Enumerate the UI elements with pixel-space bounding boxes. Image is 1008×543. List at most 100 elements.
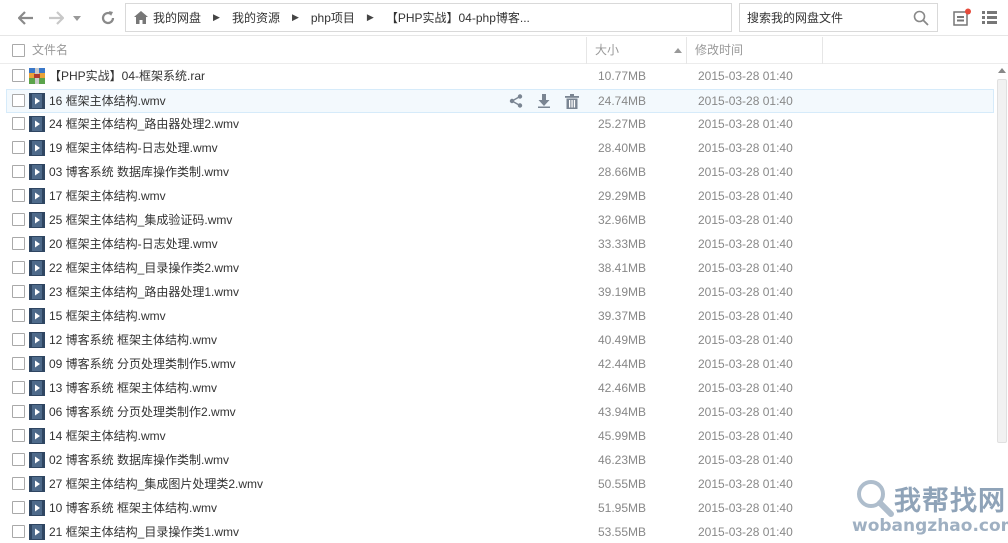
file-checkbox[interactable] [12,357,25,370]
back-button[interactable] [16,8,36,28]
file-name[interactable]: 19 框架主体结构-日志处理.wmv [49,136,218,160]
file-name[interactable]: 09 博客系统 分页处理类制作5.wmv [49,352,236,376]
download-button[interactable] [535,92,553,110]
file-row[interactable]: 24 框架主体结构_路由器处理2.wmv 25.27MB 2015-03-28 01… [0,112,996,136]
file-checkbox[interactable] [12,117,25,130]
file-name[interactable]: 06 博客系统 分页处理类制作2.wmv [49,400,236,424]
column-divider[interactable] [822,37,823,64]
search-icon[interactable] [913,10,929,26]
chevron-right-icon: ▶ [291,12,299,22]
file-checkbox[interactable] [12,189,25,202]
column-divider[interactable] [586,37,587,64]
history-dropdown-button[interactable] [70,8,84,28]
file-name[interactable]: 16 框架主体结构.wmv [49,89,166,113]
breadcrumb-item-php-projects[interactable]: php项目 [311,9,355,26]
file-row[interactable]: 06 博客系统 分页处理类制作2.wmv 43.94MB 2015-03-28 01… [0,400,996,424]
file-checkbox[interactable] [12,381,25,394]
file-row[interactable]: 25 框架主体结构_集成验证码.wmv 32.96MB 2015-03-28 01:… [0,208,996,232]
file-checkbox[interactable] [12,165,25,178]
column-header-modified-time[interactable]: 修改时间 [695,37,743,64]
file-name[interactable]: 12 博客系统 框架主体结构.wmv [49,328,217,352]
share-icon [509,94,523,108]
home-icon[interactable] [134,11,148,24]
column-divider[interactable] [686,37,687,64]
list-view-button[interactable] [980,8,1000,28]
file-row[interactable]: 15 框架主体结构.wmv 39.37MB 2015-03-28 01:40 [0,304,996,328]
breadcrumb-item-current-folder[interactable]: 【PHP实战】04-php博客... [386,9,530,26]
file-checkbox[interactable] [12,309,25,322]
arrow-left-icon [18,11,33,25]
notification-button[interactable] [952,8,972,28]
file-checkbox[interactable] [12,429,25,442]
file-row[interactable]: 27 框架主体结构_集成图片处理类2.wmv 50.55MB 2015-03-28 … [0,472,996,496]
watermark-url: wobangzhao.com [852,516,1008,536]
vertical-scrollbar[interactable] [996,64,1008,543]
select-all-checkbox[interactable] [12,44,25,57]
scrollbar-thumb[interactable] [997,79,1007,443]
file-size: 50.55MB [598,477,647,491]
file-name[interactable]: 23 框架主体结构_路由器处理1.wmv [49,280,239,304]
file-modified-time: 2015-03-28 01:40 [698,165,793,179]
file-row[interactable]: 23 框架主体结构_路由器处理1.wmv 39.19MB 2015-03-28 01… [0,280,996,304]
file-name[interactable]: 10 博客系统 框架主体结构.wmv [49,496,217,520]
file-checkbox[interactable] [12,405,25,418]
file-name[interactable]: 24 框架主体结构_路由器处理2.wmv [49,112,239,136]
scroll-up-arrow-icon[interactable] [998,68,1006,73]
search-input[interactable] [740,4,908,31]
file-row[interactable]: 12 博客系统 框架主体结构.wmv 40.49MB 2015-03-28 01:4… [0,328,996,352]
file-row[interactable]: 【PHP实战】04-框架系统.rar 10.77MB 2015-03-28 01:4… [0,64,996,88]
file-row[interactable]: 02 博客系统 数据库操作类制.wmv 46.23MB 2015-03-28 01:… [0,448,996,472]
file-row[interactable]: 14 框架主体结构.wmv 45.99MB 2015-03-28 01:40 [0,424,996,448]
file-checkbox[interactable] [12,285,25,298]
share-button[interactable] [507,92,525,110]
file-name[interactable]: 27 框架主体结构_集成图片处理类2.wmv [49,472,263,496]
file-name[interactable]: 20 框架主体结构-日志处理.wmv [49,232,218,256]
file-checkbox[interactable] [12,69,25,82]
file-name[interactable]: 03 博客系统 数据库操作类制.wmv [49,160,229,184]
file-row[interactable]: 21 框架主体结构_目录操作类1.wmv 53.55MB 2015-03-28 01… [0,520,996,543]
file-modified-time: 2015-03-28 01:40 [698,405,793,419]
file-checkbox[interactable] [12,333,25,346]
forward-button[interactable] [46,8,66,28]
file-row[interactable]: 13 博客系统 框架主体结构.wmv 42.46MB 2015-03-28 01:4… [0,376,996,400]
file-name[interactable]: 14 框架主体结构.wmv [49,424,166,448]
file-checkbox[interactable] [12,525,25,538]
file-size: 39.19MB [598,285,647,299]
file-checkbox[interactable] [12,213,25,226]
file-row[interactable]: 17 框架主体结构.wmv 29.29MB 2015-03-28 01:40 [0,184,996,208]
file-row[interactable]: 09 博客系统 分页处理类制作5.wmv 42.44MB 2015-03-28 01… [0,352,996,376]
file-name[interactable]: 22 框架主体结构_目录操作类2.wmv [49,256,239,280]
file-size: 28.66MB [598,165,647,179]
refresh-button[interactable] [98,8,118,28]
file-checkbox[interactable] [12,237,25,250]
delete-button[interactable] [563,92,581,110]
file-name[interactable]: 13 博客系统 框架主体结构.wmv [49,376,217,400]
file-row[interactable]: 10 博客系统 框架主体结构.wmv 51.95MB 2015-03-28 01:4… [0,496,996,520]
caret-down-icon [73,15,81,21]
row-action-bar [507,92,581,110]
file-checkbox[interactable] [12,501,25,514]
file-row[interactable]: 16 框架主体结构.wmv 24.74MB 2015-03-28 01:40 [6,89,994,113]
file-row[interactable]: 22 框架主体结构_目录操作类2.wmv 38.41MB 2015-03-28 01… [0,256,996,280]
file-row[interactable]: 03 博客系统 数据库操作类制.wmv 28.66MB 2015-03-28 01:… [0,160,996,184]
column-header-size[interactable]: 大小 [595,37,619,64]
file-row[interactable]: 20 框架主体结构-日志处理.wmv 33.33MB 2015-03-28 01:4… [0,232,996,256]
file-checkbox[interactable] [12,453,25,466]
breadcrumb-item-my-resources[interactable]: 我的资源 [232,9,280,26]
file-checkbox[interactable] [12,261,25,274]
file-name[interactable]: 17 框架主体结构.wmv [49,184,166,208]
file-modified-time: 2015-03-28 01:40 [698,429,793,443]
file-checkbox[interactable] [12,141,25,154]
file-modified-time: 2015-03-28 01:40 [698,285,793,299]
file-row[interactable]: 19 框架主体结构-日志处理.wmv 28.40MB 2015-03-28 01:4… [0,136,996,160]
breadcrumb-item-my-disk[interactable]: 我的网盘 [153,9,201,26]
file-checkbox[interactable] [12,94,25,107]
file-name[interactable]: 02 博客系统 数据库操作类制.wmv [49,448,229,472]
file-name[interactable]: 25 框架主体结构_集成验证码.wmv [49,208,232,232]
file-modified-time: 2015-03-28 01:40 [698,333,793,347]
file-name[interactable]: 【PHP实战】04-框架系统.rar [49,64,205,88]
file-name[interactable]: 15 框架主体结构.wmv [49,304,166,328]
column-header-name[interactable]: 文件名 [32,37,68,64]
file-name[interactable]: 21 框架主体结构_目录操作类1.wmv [49,520,239,543]
file-checkbox[interactable] [12,477,25,490]
